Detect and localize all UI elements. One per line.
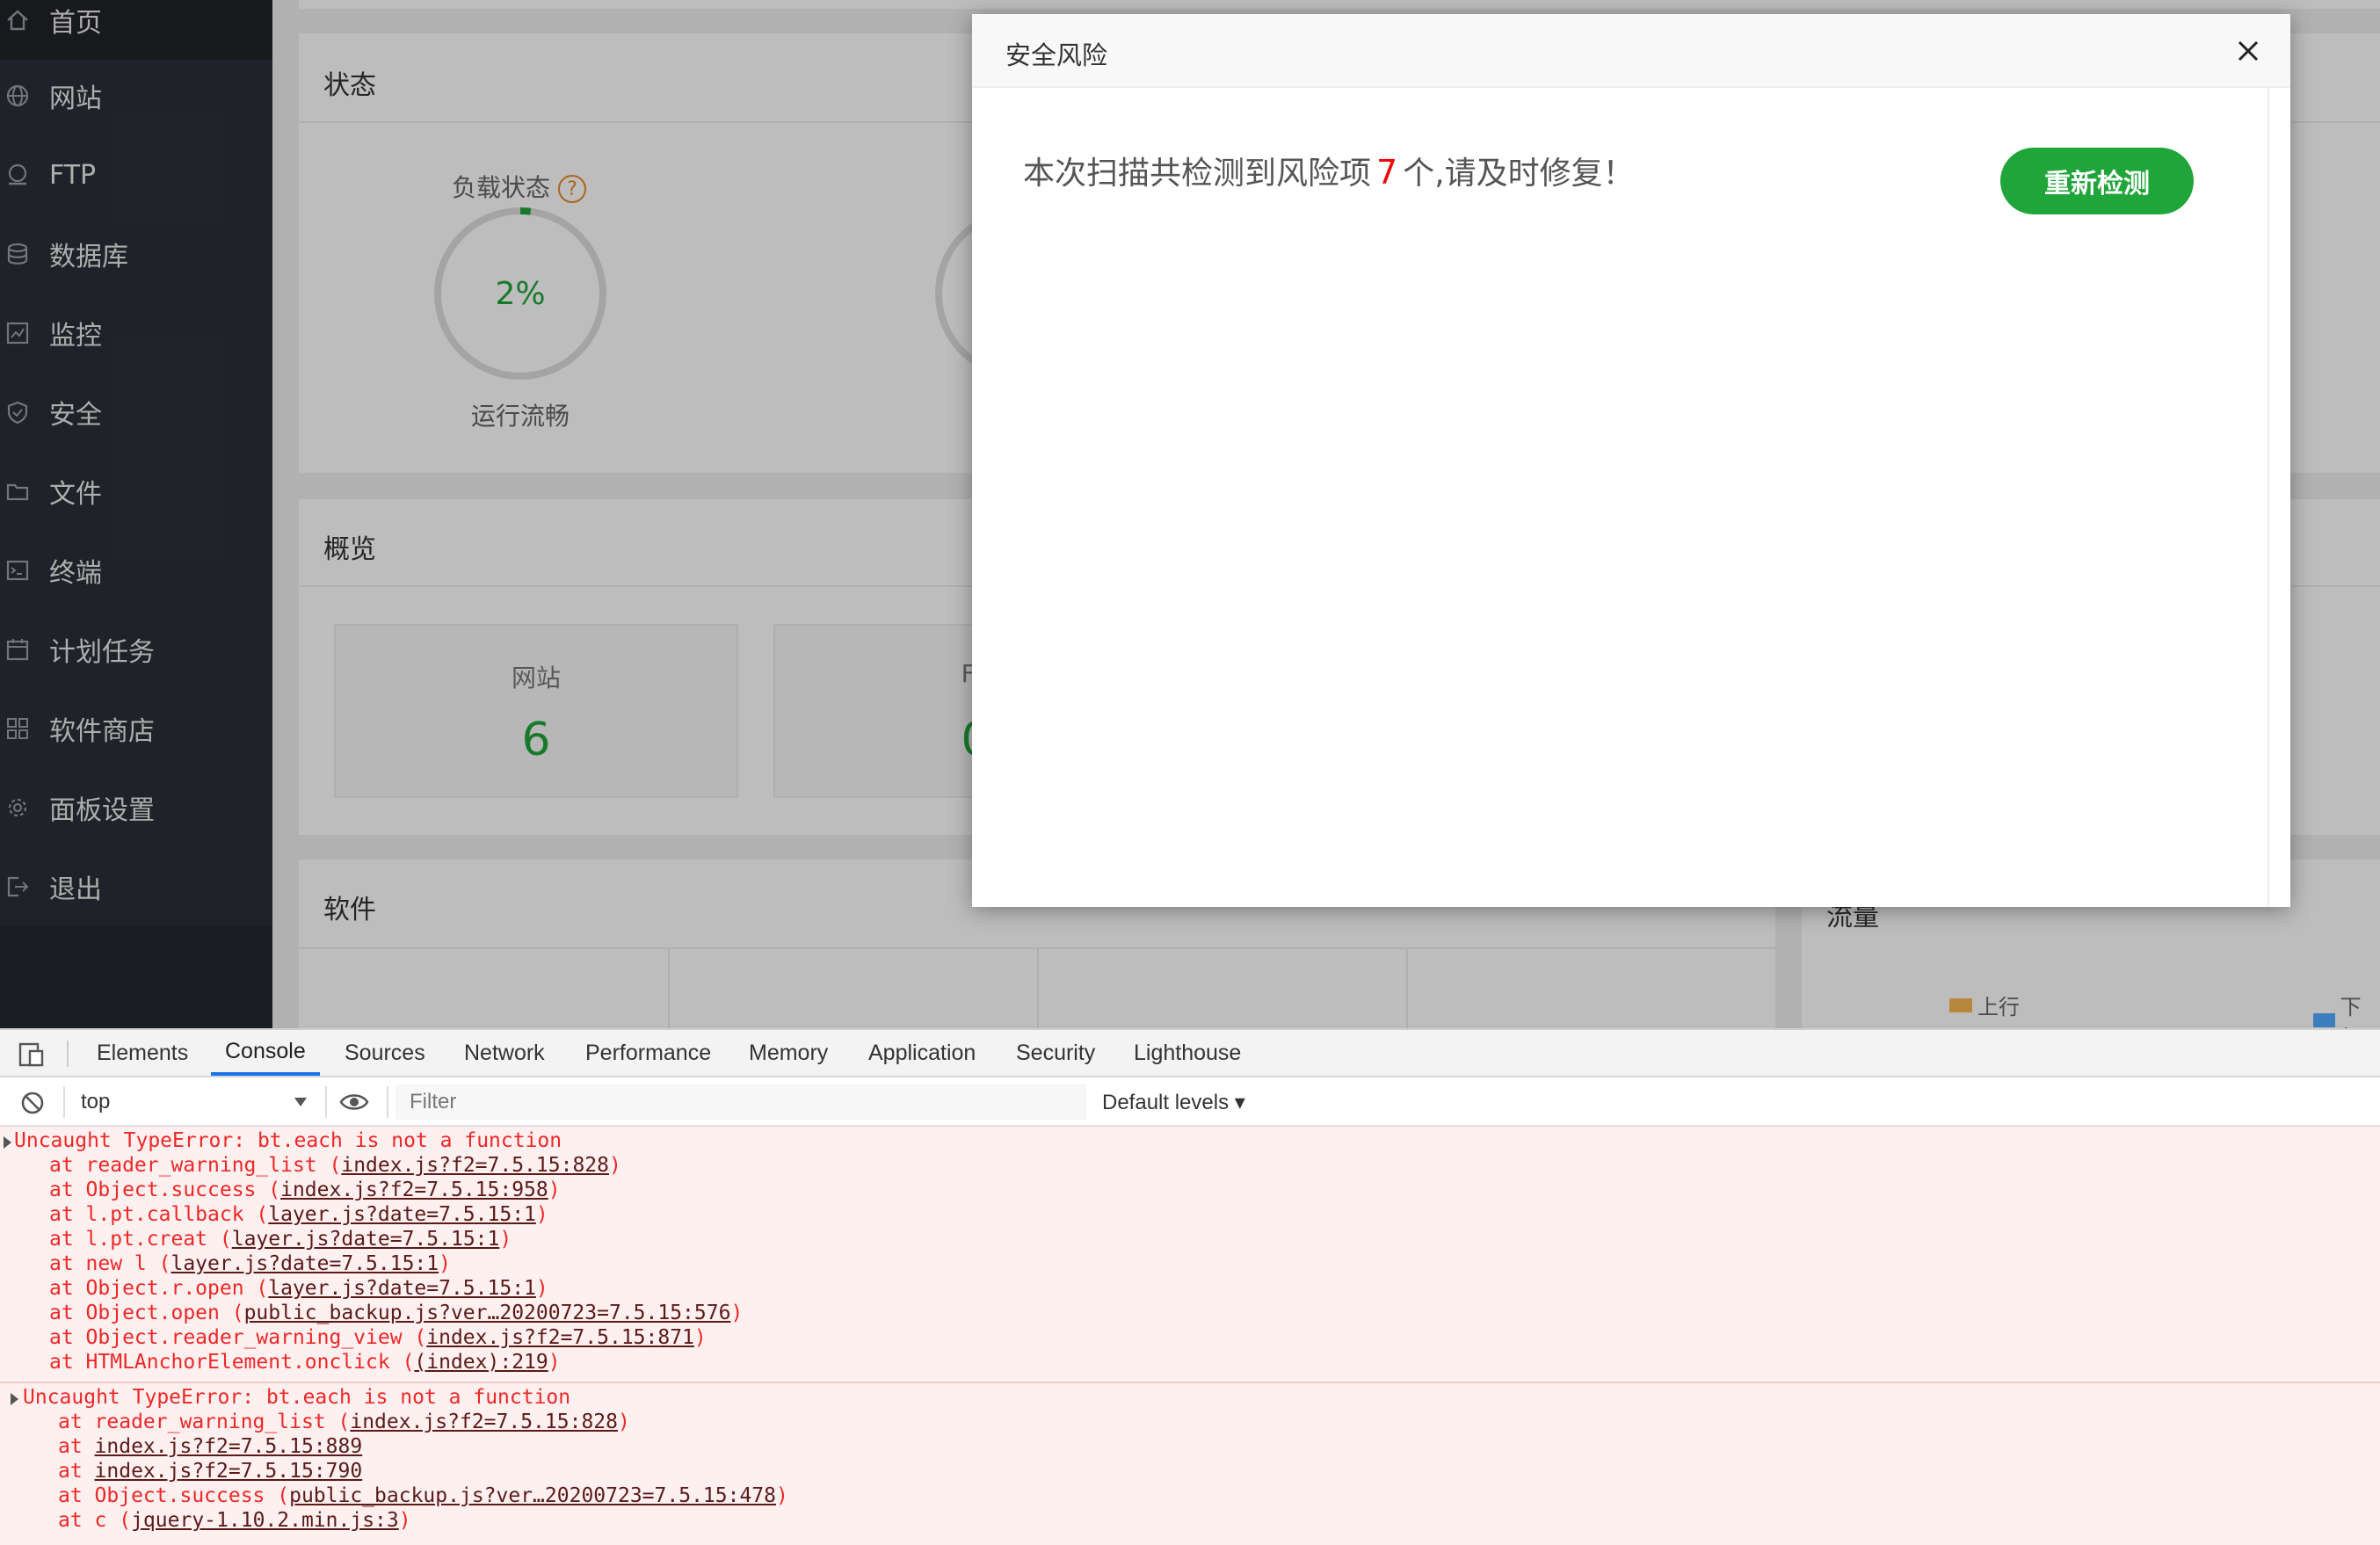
stack-frame: at c (jquery-1.10.2.min.js:3) — [58, 1508, 411, 1533]
stack-frame-function: at l.pt.callback ( — [49, 1203, 269, 1226]
toolbar-separator — [325, 1086, 327, 1118]
stack-frame: at Object.success (index.js?f2=7.5.15:95… — [49, 1178, 561, 1202]
stack-frame-end: ) — [439, 1252, 451, 1275]
stack-frame: at l.pt.creat (layer.js?date=7.5.15:1) — [49, 1227, 512, 1251]
tab-lighthouse[interactable]: Lighthouse — [1134, 1030, 1241, 1076]
stack-frame-end: ) — [535, 1277, 548, 1300]
stack-frame: at l.pt.callback (layer.js?date=7.5.15:1… — [49, 1202, 548, 1227]
error-message: Uncaught TypeError: bt.each is not a fun… — [14, 1129, 562, 1152]
rescan-button[interactable]: 重新检测 — [2000, 148, 2194, 214]
browser-viewport: 首页 网站 FTP 数据库 监控 安全 文件 终端 计划任务 软件商店 面板设置… — [0, 0, 2380, 1028]
source-link[interactable]: layer.js?date=7.5.15:1 — [171, 1252, 439, 1275]
stack-frame-function: at — [58, 1460, 95, 1483]
device-toolbar-icon[interactable] — [18, 1039, 47, 1072]
stack-frame: at Object.success (public_backup.js?ver…… — [58, 1483, 788, 1508]
expand-triangle-icon[interactable] — [11, 1393, 18, 1405]
source-link[interactable]: index.js?f2=7.5.15:958 — [280, 1179, 548, 1201]
tab-performance[interactable]: Performance — [585, 1030, 711, 1076]
stack-frame: at reader_warning_list (index.js?f2=7.5.… — [49, 1153, 621, 1178]
console-error-entry: Uncaught TypeError: bt.each is not a fun… — [0, 1127, 2380, 1382]
console-filter-input[interactable] — [395, 1084, 1086, 1120]
source-link[interactable]: layer.js?date=7.5.15:1 — [268, 1203, 536, 1226]
stack-frame-end: ) — [548, 1351, 561, 1374]
source-link[interactable]: layer.js?date=7.5.15:1 — [268, 1277, 536, 1300]
stack-frame: at Object.r.open (layer.js?date=7.5.15:1… — [49, 1276, 548, 1301]
log-levels-dropdown[interactable]: Default levels ▾ — [1102, 1090, 1245, 1115]
stack-frame-end: ) — [535, 1203, 548, 1226]
stack-frame-function: at new l ( — [49, 1252, 171, 1275]
stack-frame-function: at Object.open ( — [49, 1302, 244, 1324]
message-text: 本次扫描共检测到风险项 — [1023, 156, 1372, 192]
console-error-entry: Uncaught TypeError: bt.each is not a fun… — [0, 1382, 2380, 1545]
stack-frame-function: at reader_warning_list ( — [58, 1411, 351, 1433]
chevron-down-icon[interactable] — [294, 1095, 308, 1112]
tab-sources[interactable]: Sources — [345, 1030, 425, 1076]
source-link[interactable]: index.js?f2=7.5.15:790 — [95, 1460, 363, 1483]
context-selector-value[interactable]: top — [81, 1090, 110, 1114]
dialog-header: 安全风险 — [972, 14, 2290, 88]
stack-frame-function: at Object.success ( — [58, 1484, 290, 1507]
source-link[interactable]: layer.js?date=7.5.15:1 — [232, 1228, 500, 1251]
stack-frame-end: ) — [730, 1302, 744, 1324]
source-link[interactable]: (index):219 — [414, 1351, 548, 1374]
stack-frame: at HTMLAnchorElement.onclick ((index):21… — [49, 1350, 561, 1375]
stack-frame-function: at reader_warning_list ( — [49, 1154, 342, 1177]
source-link[interactable]: index.js?f2=7.5.15:828 — [350, 1411, 618, 1433]
stack-frame: at reader_warning_list (index.js?f2=7.5.… — [58, 1410, 630, 1434]
stack-frame-end: ) — [548, 1179, 561, 1201]
tab-console[interactable]: Console — [211, 1030, 320, 1076]
stack-frame-end: ) — [398, 1509, 411, 1532]
tab-network[interactable]: Network — [464, 1030, 545, 1076]
close-icon — [2238, 40, 2259, 62]
error-message: Uncaught TypeError: bt.each is not a fun… — [23, 1386, 571, 1409]
risk-count: 7 — [1376, 153, 1398, 192]
security-risk-dialog: 安全风险 本次扫描共检测到风险项 7 个,请及时修复！ 重新检测 — [972, 14, 2290, 907]
eye-icon[interactable] — [339, 1090, 369, 1118]
tab-security[interactable]: Security — [1016, 1030, 1095, 1076]
stack-frame-function: at l.pt.creat ( — [49, 1228, 232, 1251]
dialog-title: 安全风险 — [1005, 40, 1108, 70]
toolbar-separator — [387, 1086, 388, 1118]
stack-frame-end: ) — [617, 1411, 630, 1433]
expand-triangle-icon[interactable] — [4, 1136, 11, 1149]
tab-separator — [67, 1041, 69, 1067]
source-link[interactable]: index.js?f2=7.5.15:828 — [341, 1154, 609, 1177]
stack-frame-function: at Object.success ( — [49, 1179, 281, 1201]
toolbar-separator — [63, 1086, 65, 1118]
stack-frame-function: at Object.r.open ( — [49, 1277, 269, 1300]
stack-frame: at index.js?f2=7.5.15:889 — [58, 1434, 362, 1459]
stack-frame-end: ) — [693, 1326, 707, 1349]
dialog-scrollbar[interactable] — [2268, 88, 2269, 907]
close-button[interactable] — [2229, 32, 2268, 70]
stack-frame-function: at Object.reader_warning_view ( — [49, 1326, 427, 1349]
source-link[interactable]: public_backup.js?ver…20200723=7.5.15:478 — [289, 1484, 776, 1507]
source-link[interactable]: jquery-1.10.2.min.js:3 — [131, 1509, 399, 1532]
source-link[interactable]: public_backup.js?ver…20200723=7.5.15:576 — [244, 1302, 731, 1324]
console-toolbar: top Default levels ▾ — [0, 1077, 2380, 1127]
stack-frame: at Object.reader_warning_view (index.js?… — [49, 1325, 707, 1350]
devtools-tab-bar: Elements Console Sources Network Perform… — [0, 1030, 2380, 1077]
console-output: Uncaught TypeError: bt.each is not a fun… — [0, 1127, 2380, 1545]
message-text: 个,请及时修复！ — [1403, 156, 1635, 192]
tab-memory[interactable]: Memory — [749, 1030, 828, 1076]
tab-application[interactable]: Application — [868, 1030, 976, 1076]
stack-frame: at index.js?f2=7.5.15:790 — [58, 1459, 362, 1483]
scan-result-message: 本次扫描共检测到风险项 7 个,请及时修复！ — [1023, 148, 1635, 193]
stack-frame-end: ) — [608, 1154, 621, 1177]
stack-frame-end: ) — [499, 1228, 512, 1251]
stack-frame-function: at c ( — [58, 1509, 132, 1532]
stack-frame: at Object.open (public_backup.js?ver…202… — [49, 1301, 743, 1325]
stack-frame: at new l (layer.js?date=7.5.15:1) — [49, 1251, 451, 1276]
clear-console-icon[interactable] — [19, 1090, 46, 1120]
tab-elements[interactable]: Elements — [97, 1030, 188, 1076]
devtools-panel: Elements Console Sources Network Perform… — [0, 1028, 2380, 1545]
stack-frame-end: ) — [776, 1484, 788, 1507]
stack-frame-function: at HTMLAnchorElement.onclick ( — [49, 1351, 415, 1374]
source-link[interactable]: index.js?f2=7.5.15:871 — [426, 1326, 694, 1349]
stack-frame-function: at — [58, 1435, 95, 1458]
source-link[interactable]: index.js?f2=7.5.15:889 — [95, 1435, 363, 1458]
